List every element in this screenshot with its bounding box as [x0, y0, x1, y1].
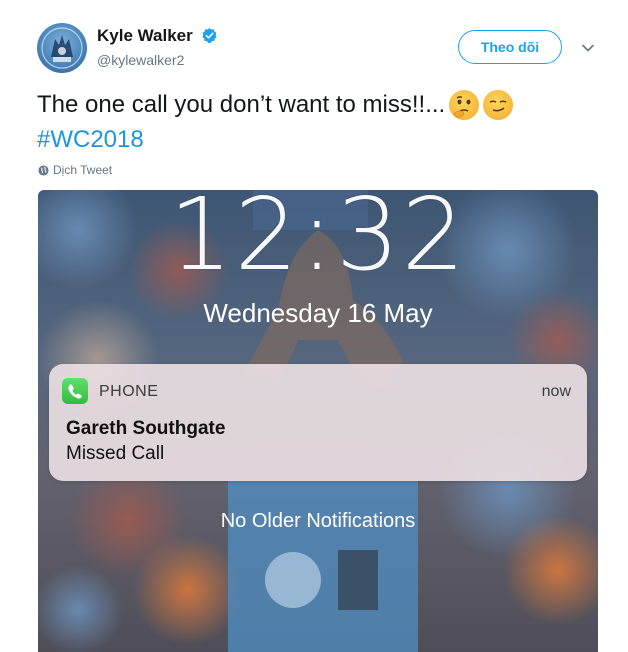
- tweet-body-text: The one call you don’t want to miss!!...: [37, 91, 446, 118]
- smirking-face-emoji: [483, 89, 514, 120]
- tweet-media-image[interactable]: 12:32 Wednesday 16 May PHONE now Gareth …: [38, 190, 598, 652]
- tweet-text: The one call you don’t want to miss!!...: [37, 88, 597, 156]
- phone-icon: [62, 378, 88, 404]
- thinking-face-emoji: [449, 89, 480, 120]
- lock-screen-date: Wednesday 16 May: [203, 298, 433, 328]
- author-display-name[interactable]: Kyle Walker: [97, 26, 193, 46]
- verified-badge-icon: [202, 28, 217, 43]
- author-handle[interactable]: @kylewalker2: [97, 52, 184, 68]
- no-older-notifications-text: No Older Notifications: [220, 510, 416, 532]
- avatar[interactable]: [37, 23, 87, 73]
- tweet-card: Kyle Walker @kylewalker2 Theo dõi The on…: [0, 0, 628, 652]
- hashtag-link[interactable]: #WC2018: [37, 123, 597, 156]
- lock-screen-clock: 12:32: [168, 190, 468, 293]
- notification-app-name: PHONE: [99, 383, 159, 400]
- follow-button[interactable]: Theo dõi: [458, 30, 562, 64]
- notification-body: Missed Call: [66, 443, 165, 464]
- globe-icon: [38, 164, 49, 176]
- notification-caller-name: Gareth Southgate: [66, 418, 226, 439]
- missed-call-notification: PHONE now Gareth Southgate Missed Call: [49, 364, 587, 481]
- notification-time: now: [541, 383, 571, 400]
- chevron-down-icon[interactable]: [580, 40, 596, 56]
- translate-tweet-link[interactable]: Dịch Tweet: [38, 163, 112, 177]
- translate-label: Dịch Tweet: [53, 163, 113, 177]
